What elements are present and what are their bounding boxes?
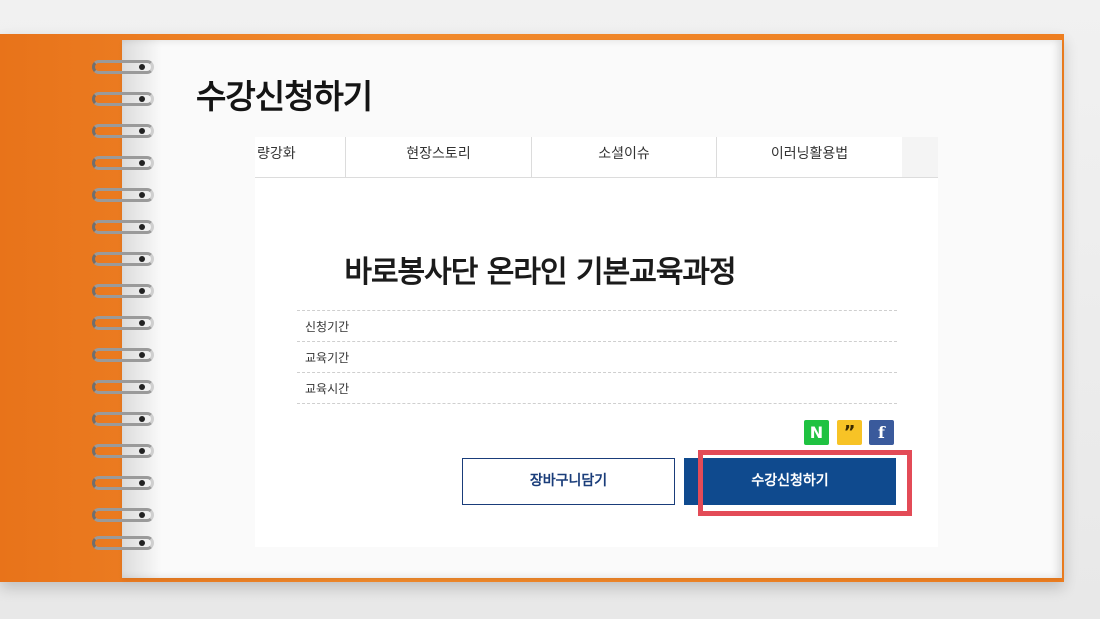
- spiral-ring: [92, 188, 154, 202]
- tab-social-issue[interactable]: 소셜이슈: [532, 137, 717, 177]
- tab-field-story[interactable]: 현장스토리: [346, 137, 532, 177]
- info-row-apply-period: 신청기간: [297, 310, 897, 342]
- info-label: 신청기간: [305, 320, 350, 334]
- spiral-binding: [92, 60, 162, 560]
- add-to-cart-button[interactable]: 장바구니담기: [462, 458, 675, 505]
- spiral-ring: [92, 60, 154, 74]
- spiral-ring: [92, 380, 154, 394]
- spiral-ring: [92, 508, 154, 522]
- tabs-end-filler: [902, 137, 938, 177]
- category-tabs: 량강화 현장스토리 소셜이슈 이러닝활용법: [255, 137, 938, 178]
- facebook-share-icon[interactable]: f: [869, 420, 894, 445]
- page-heading: 수강신청하기: [196, 77, 373, 116]
- highlight-box: [698, 450, 912, 516]
- spiral-ring: [92, 536, 154, 550]
- tab-elearning-tips[interactable]: 이러닝활용법: [717, 137, 903, 177]
- tab-training[interactable]: 량강화: [255, 137, 346, 177]
- spiral-ring: [92, 220, 154, 234]
- spiral-ring: [92, 348, 154, 362]
- info-label: 교육시간: [305, 382, 350, 396]
- spiral-ring: [92, 476, 154, 490]
- info-label: 교육기간: [305, 351, 350, 365]
- spiral-ring: [92, 92, 154, 106]
- spiral-ring: [92, 316, 154, 330]
- course-info-list: 신청기간 교육기간 교육시간: [297, 310, 897, 404]
- spiral-ring: [92, 252, 154, 266]
- spiral-ring: [92, 412, 154, 426]
- spiral-ring: [92, 156, 154, 170]
- info-row-edu-period: 교육기간: [297, 342, 897, 373]
- spiral-ring: [92, 444, 154, 458]
- kakao-share-icon[interactable]: ”: [837, 420, 862, 445]
- info-row-edu-time: 교육시간: [297, 373, 897, 404]
- naver-share-icon[interactable]: N: [804, 420, 829, 445]
- spiral-ring: [92, 284, 154, 298]
- spiral-ring: [92, 124, 154, 138]
- course-title: 바로봉사단 온라인 기본교육과정: [344, 255, 736, 290]
